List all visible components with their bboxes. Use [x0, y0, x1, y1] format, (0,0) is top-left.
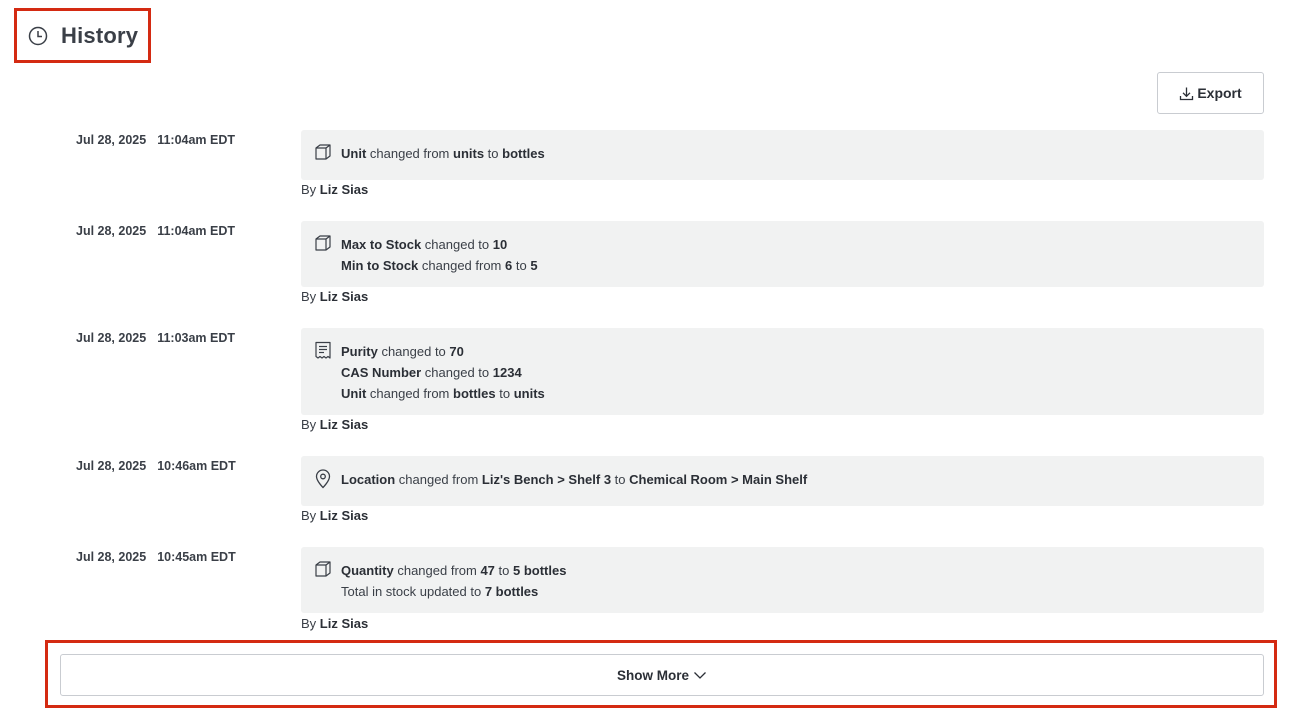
changed-by: By Liz Sias [301, 417, 368, 432]
change-value: bottles [453, 386, 496, 401]
changed-by: By Liz Sias [301, 508, 368, 523]
box-icon [314, 143, 332, 161]
change-text: to [484, 146, 503, 161]
change-line: Total in stock updated to 7 bottles [341, 581, 1248, 602]
change-details: Unit changed from units to bottles [301, 130, 1264, 180]
user-name: Liz Sias [319, 616, 369, 631]
change-value: Min to Stock [341, 258, 419, 273]
change-value: units [513, 386, 545, 401]
by-prefix: By [301, 182, 320, 197]
entry-date: Jul 28, 2025 [76, 550, 147, 564]
show-more-label: Show More [616, 667, 689, 683]
entry-time: 11:04am EDT [157, 224, 236, 238]
change-value: Chemical Room > Main Shelf [629, 472, 808, 487]
by-prefix: By [301, 417, 320, 432]
change-value: Max to Stock [341, 237, 422, 252]
entry-date: Jul 28, 2025 [76, 331, 147, 345]
entry-time: 11:04am EDT [157, 133, 236, 147]
receipt-icon [314, 341, 332, 359]
export-button[interactable]: Export [1157, 72, 1264, 114]
change-value: 1234 [492, 365, 522, 380]
change-value: 70 [449, 344, 464, 359]
user-name: Liz Sias [319, 289, 369, 304]
change-details: Location changed from Liz's Bench > Shel… [301, 456, 1264, 506]
change-line: Max to Stock changed to 10 [341, 234, 1248, 255]
box-icon [314, 560, 332, 578]
change-value: 47 [480, 563, 495, 578]
by-prefix: By [301, 616, 320, 631]
change-value: Unit [341, 146, 367, 161]
entry-timestamp: Jul 28, 2025 11:04am EDT [76, 133, 235, 147]
change-value: Quantity [341, 563, 394, 578]
change-text: changed from [366, 146, 453, 161]
change-text: changed to [421, 237, 493, 252]
change-value: Purity [341, 344, 378, 359]
entry-date: Jul 28, 2025 [76, 224, 147, 238]
by-prefix: By [301, 508, 320, 523]
change-line: Location changed from Liz's Bench > Shel… [341, 469, 1248, 490]
change-line: Unit changed from bottles to units [341, 383, 1248, 404]
change-value: CAS Number [341, 365, 422, 380]
change-value: Location [341, 472, 396, 487]
download-icon [1179, 86, 1194, 101]
change-text: changed to [377, 344, 450, 359]
change-value: units [453, 146, 485, 161]
entry-timestamp: Jul 28, 2025 11:04am EDT [76, 224, 235, 238]
change-text: Total in stock updated to [341, 584, 485, 599]
entry-timestamp: Jul 28, 2025 11:03am EDT [76, 331, 235, 345]
change-value: 10 [492, 237, 508, 252]
change-value: 5 bottles [513, 563, 567, 578]
change-details: Max to Stock changed to 10 Min to Stock … [301, 221, 1264, 287]
box-icon [314, 234, 332, 252]
change-line: Purity changed to 70 [341, 341, 1248, 362]
entry-time: 10:46am EDT [157, 459, 236, 473]
change-text: changed from [395, 472, 482, 487]
entry-timestamp: Jul 28, 2025 10:46am EDT [76, 459, 236, 473]
change-details: Quantity changed from 47 to 5 bottles To… [301, 547, 1264, 613]
by-prefix: By [301, 289, 320, 304]
history-page: History Export Jul 28, 2025 11:04am EDT U… [0, 0, 1290, 718]
change-text: to [495, 386, 514, 401]
change-line: Quantity changed from 47 to 5 bottles [341, 560, 1248, 581]
change-line: Min to Stock changed from 6 to 5 [341, 255, 1248, 276]
changed-by: By Liz Sias [301, 182, 368, 197]
location-pin-icon [314, 469, 332, 489]
change-value: bottles [502, 146, 545, 161]
user-name: Liz Sias [319, 508, 369, 523]
change-value: 7 bottles [484, 584, 539, 599]
user-name: Liz Sias [319, 182, 369, 197]
show-more-button[interactable]: Show More [60, 654, 1264, 696]
change-text: changed from [366, 386, 453, 401]
change-text: changed from [418, 258, 505, 273]
chevron-down-icon [693, 668, 707, 682]
change-value: 5 [530, 258, 538, 273]
entry-timestamp: Jul 28, 2025 10:45am EDT [76, 550, 236, 564]
export-label: Export [1197, 85, 1242, 101]
entry-date: Jul 28, 2025 [76, 459, 147, 473]
change-text: changed to [421, 365, 493, 380]
entry-date: Jul 28, 2025 [76, 133, 147, 147]
changed-by: By Liz Sias [301, 616, 368, 631]
change-line: Unit changed from units to bottles [341, 143, 1248, 164]
change-value: Liz's Bench > Shelf 3 [481, 472, 612, 487]
page-title: History [61, 22, 139, 48]
user-name: Liz Sias [319, 417, 369, 432]
change-text: to [611, 472, 630, 487]
change-details: Purity changed to 70 CAS Number changed … [301, 328, 1264, 415]
changed-by: By Liz Sias [301, 289, 368, 304]
clock-icon [27, 25, 49, 47]
change-value: Unit [341, 386, 367, 401]
change-text: to [494, 563, 513, 578]
change-line: CAS Number changed to 1234 [341, 362, 1248, 383]
history-header: History [14, 8, 151, 63]
change-text: to [512, 258, 531, 273]
entry-time: 11:03am EDT [157, 331, 236, 345]
entry-time: 10:45am EDT [157, 550, 236, 564]
change-text: changed from [393, 563, 481, 578]
show-more-highlight: Show More [45, 640, 1277, 708]
